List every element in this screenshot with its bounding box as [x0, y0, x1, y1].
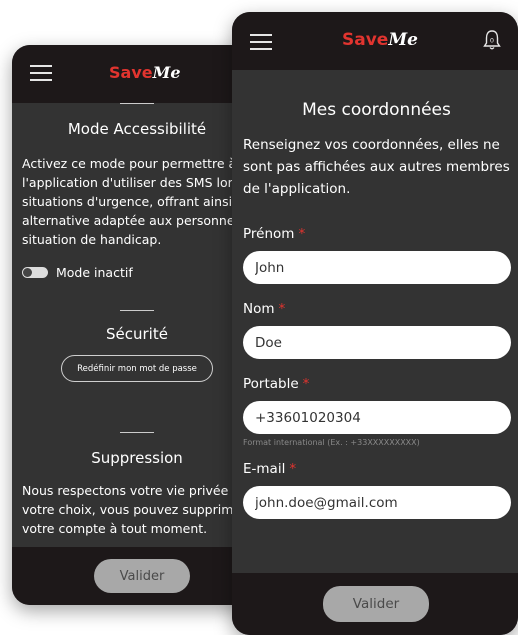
- phone-label: Portable *: [243, 376, 310, 392]
- back-phone-screen: SaveMe Mode Accessibilité Activez ce mod…: [12, 45, 262, 605]
- app-logo: SaveMe: [109, 63, 181, 82]
- email-label: E-mail *: [243, 461, 297, 477]
- accessibility-toggle[interactable]: [22, 267, 48, 278]
- page-title: Mes coordonnées: [302, 100, 451, 120]
- top-bar: SaveMe 0: [232, 12, 518, 70]
- accessibility-title: Mode Accessibilité: [67, 120, 207, 138]
- deletion-description: Nous respectons votre vie privée et votr…: [22, 483, 247, 536]
- top-bar: SaveMe: [12, 45, 262, 103]
- profile-form: Mes coordonnées Renseignez vos coordonné…: [232, 100, 518, 519]
- reset-password-button[interactable]: Redéfinir mon mot de passe: [61, 355, 213, 382]
- security-title: Sécurité: [106, 325, 168, 343]
- bottom-bar: Valider: [12, 547, 262, 605]
- firstname-input[interactable]: [243, 251, 511, 284]
- firstname-label: Prénom *: [243, 226, 306, 242]
- settings-content: Mode Accessibilité Activez ce mode pour …: [12, 103, 262, 538]
- notification-count: 0: [490, 37, 494, 45]
- bell-icon[interactable]: 0: [482, 29, 502, 51]
- email-input[interactable]: [243, 486, 511, 519]
- app-logo: SaveMe: [342, 30, 418, 50]
- bottom-bar: Valider: [232, 573, 518, 635]
- submit-button[interactable]: Valider: [94, 559, 190, 593]
- hamburger-menu-icon[interactable]: [30, 65, 52, 81]
- divider: [120, 310, 154, 311]
- phone-format-hint: Format international (Ex. : +33XXXXXXXXX…: [243, 438, 420, 447]
- lastname-input[interactable]: [243, 326, 511, 359]
- accessibility-toggle-row[interactable]: Mode inactif: [22, 265, 252, 280]
- hamburger-menu-icon[interactable]: [250, 34, 272, 50]
- divider: [120, 103, 154, 104]
- divider: [120, 432, 154, 433]
- toggle-label: Mode inactif: [56, 265, 133, 280]
- deletion-title: Suppression: [91, 449, 183, 467]
- intro-text: Renseignez vos coordonnées, elles ne son…: [243, 137, 510, 197]
- lastname-label: Nom *: [243, 301, 286, 317]
- front-phone-screen: SaveMe 0 Mes coordonnées Renseignez vos …: [232, 12, 518, 635]
- submit-button[interactable]: Valider: [323, 586, 429, 622]
- phone-input[interactable]: [243, 401, 511, 434]
- accessibility-description: Activez ce mode pour permettre à l'appli…: [22, 156, 244, 247]
